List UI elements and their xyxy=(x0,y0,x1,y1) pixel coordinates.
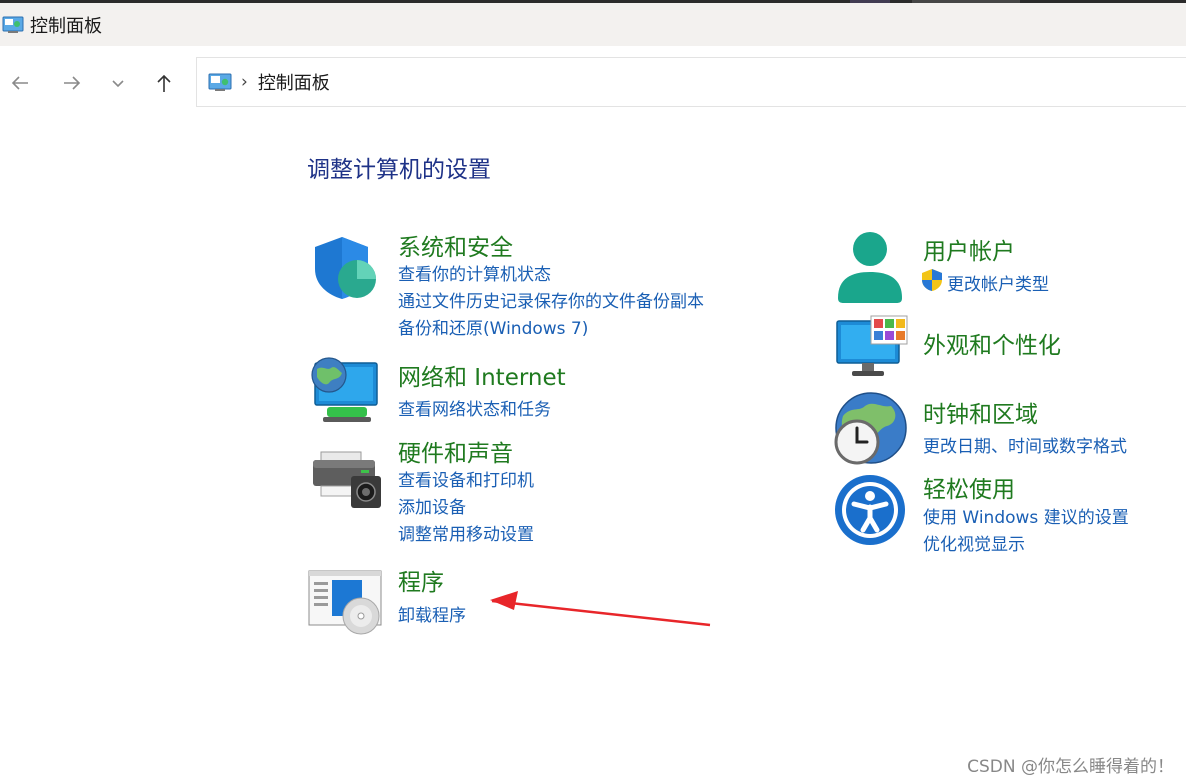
page-title: 调整计算机的设置 xyxy=(307,157,491,183)
breadcrumb-item-control-panel[interactable]: 控制面板 xyxy=(258,69,330,95)
shield-icon xyxy=(315,237,376,299)
accessibility-icon xyxy=(835,475,905,545)
link-mobility-settings[interactable]: 调整常用移动设置 xyxy=(398,520,534,545)
category-clock-region[interactable]: 时钟和区域 xyxy=(923,395,1038,429)
link-file-history[interactable]: 通过文件历史记录保存你的文件备份副本 xyxy=(398,287,704,312)
back-button[interactable] xyxy=(5,68,35,98)
address-bar[interactable]: › 控制面板 xyxy=(196,57,1186,107)
link-change-date-time-format[interactable]: 更改日期、时间或数字格式 xyxy=(923,432,1127,457)
arrow-right-icon xyxy=(64,76,81,90)
control-panel-icon xyxy=(2,16,24,33)
title-bar: 控制面板 xyxy=(0,3,1186,46)
annotation-arrow xyxy=(490,591,711,627)
control-panel-icon xyxy=(208,73,232,91)
recent-locations-button[interactable] xyxy=(103,68,133,98)
category-appearance-personalization[interactable]: 外观和个性化 xyxy=(923,326,1061,360)
category-programs[interactable]: 程序 xyxy=(398,563,444,597)
monitor-icon xyxy=(836,315,908,376)
arrow-left-icon xyxy=(11,76,28,90)
uac-shield-icon xyxy=(922,269,942,291)
category-user-accounts[interactable]: 用户帐户 xyxy=(923,232,1015,266)
forward-button[interactable] xyxy=(57,68,87,98)
link-add-device[interactable]: 添加设备 xyxy=(398,493,466,518)
up-button[interactable] xyxy=(149,68,179,98)
link-recommended-settings[interactable]: 使用 Windows 建议的设置 xyxy=(923,503,1129,528)
watermark: CSDN @你怎么睡得着的！ xyxy=(967,757,1174,777)
user-icon xyxy=(838,232,902,303)
category-hardware-sound[interactable]: 硬件和声音 xyxy=(398,434,513,468)
link-devices-printers[interactable]: 查看设备和打印机 xyxy=(398,466,534,491)
printer-icon xyxy=(313,451,381,508)
category-system-security[interactable]: 系统和安全 xyxy=(398,228,513,262)
link-optimize-display[interactable]: 优化视觉显示 xyxy=(923,530,1025,555)
chevron-down-icon xyxy=(112,80,124,88)
link-view-computer-status[interactable]: 查看你的计算机状态 xyxy=(398,260,551,285)
link-uninstall-program[interactable]: 卸载程序 xyxy=(398,601,466,626)
link-backup-restore[interactable]: 备份和还原(Windows 7) xyxy=(398,314,588,339)
breadcrumb-separator: › xyxy=(241,72,248,92)
link-network-status[interactable]: 查看网络状态和任务 xyxy=(398,395,551,420)
clock-globe-icon xyxy=(834,392,907,465)
arrow-up-icon xyxy=(157,74,171,92)
category-ease-of-access[interactable]: 轻松使用 xyxy=(923,470,1015,504)
window-title: 控制面板 xyxy=(30,15,102,37)
category-network-internet[interactable]: 网络和 Internet xyxy=(398,358,566,392)
programs-icon xyxy=(308,570,382,635)
link-change-account-type[interactable]: 更改帐户类型 xyxy=(947,270,1049,295)
network-icon xyxy=(311,357,378,422)
